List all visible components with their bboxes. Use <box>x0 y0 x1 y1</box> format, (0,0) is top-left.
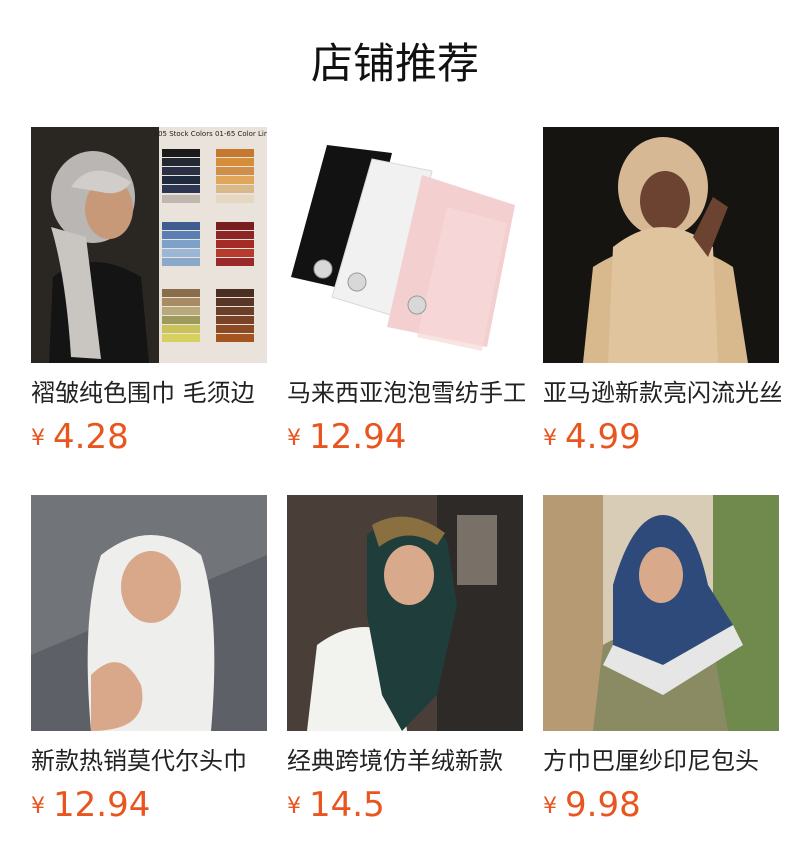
product-name[interactable]: 新款热销莫代尔头巾 <box>31 743 269 779</box>
currency-symbol: ¥ <box>543 426 557 451</box>
product-image[interactable] <box>543 127 779 363</box>
product-image-modal-scarf <box>31 495 267 731</box>
product-price: ¥12.94 <box>31 785 150 825</box>
price-value: 12.94 <box>53 785 151 825</box>
currency-symbol: ¥ <box>31 426 45 451</box>
product-image-voile-printed-scarf <box>543 495 779 731</box>
price-value: 12.94 <box>309 417 407 457</box>
product-image[interactable] <box>287 495 523 731</box>
color-chart-title: 105 Stock Colors 01-65 Color Link <box>154 130 267 138</box>
price-value: 14.5 <box>309 785 385 825</box>
product-image-wrinkled-scarf: 105 Stock Colors 01-65 Color Link <box>31 127 267 363</box>
product-image[interactable]: 105 Stock Colors 01-65 Color Link <box>31 127 267 363</box>
product-name[interactable]: 马来西亚泡泡雪纺手工 <box>287 375 525 411</box>
price-value: 4.28 <box>53 417 129 457</box>
currency-symbol: ¥ <box>287 426 301 451</box>
currency-symbol: ¥ <box>543 794 557 819</box>
currency-symbol: ¥ <box>287 794 301 819</box>
product-name[interactable]: 方巾巴厘纱印尼包头 <box>543 743 781 779</box>
product-image[interactable] <box>31 495 267 731</box>
price-value: 9.98 <box>565 785 641 825</box>
product-name[interactable]: 褶皱纯色围巾 毛须边 <box>31 375 269 411</box>
product-image-shimmer-scarf <box>543 127 779 363</box>
currency-symbol: ¥ <box>31 794 45 819</box>
product-price: ¥14.5 <box>287 785 385 825</box>
product-image-cashmere-scarf <box>287 495 523 731</box>
product-image[interactable] <box>543 495 779 731</box>
product-price: ¥4.99 <box>543 417 641 457</box>
product-price: ¥12.94 <box>287 417 406 457</box>
product-grid: 105 Stock Colors 01-65 Color Link 褶皱纯色围巾… <box>0 0 790 864</box>
product-image[interactable] <box>287 127 523 363</box>
product-name[interactable]: 亚马逊新款亮闪流光丝 <box>543 375 781 411</box>
product-name[interactable]: 经典跨境仿羊绒新款 <box>287 743 525 779</box>
product-image-chiffon-scarves <box>287 127 523 363</box>
product-price: ¥9.98 <box>543 785 641 825</box>
product-price: ¥4.28 <box>31 417 129 457</box>
price-value: 4.99 <box>565 417 641 457</box>
